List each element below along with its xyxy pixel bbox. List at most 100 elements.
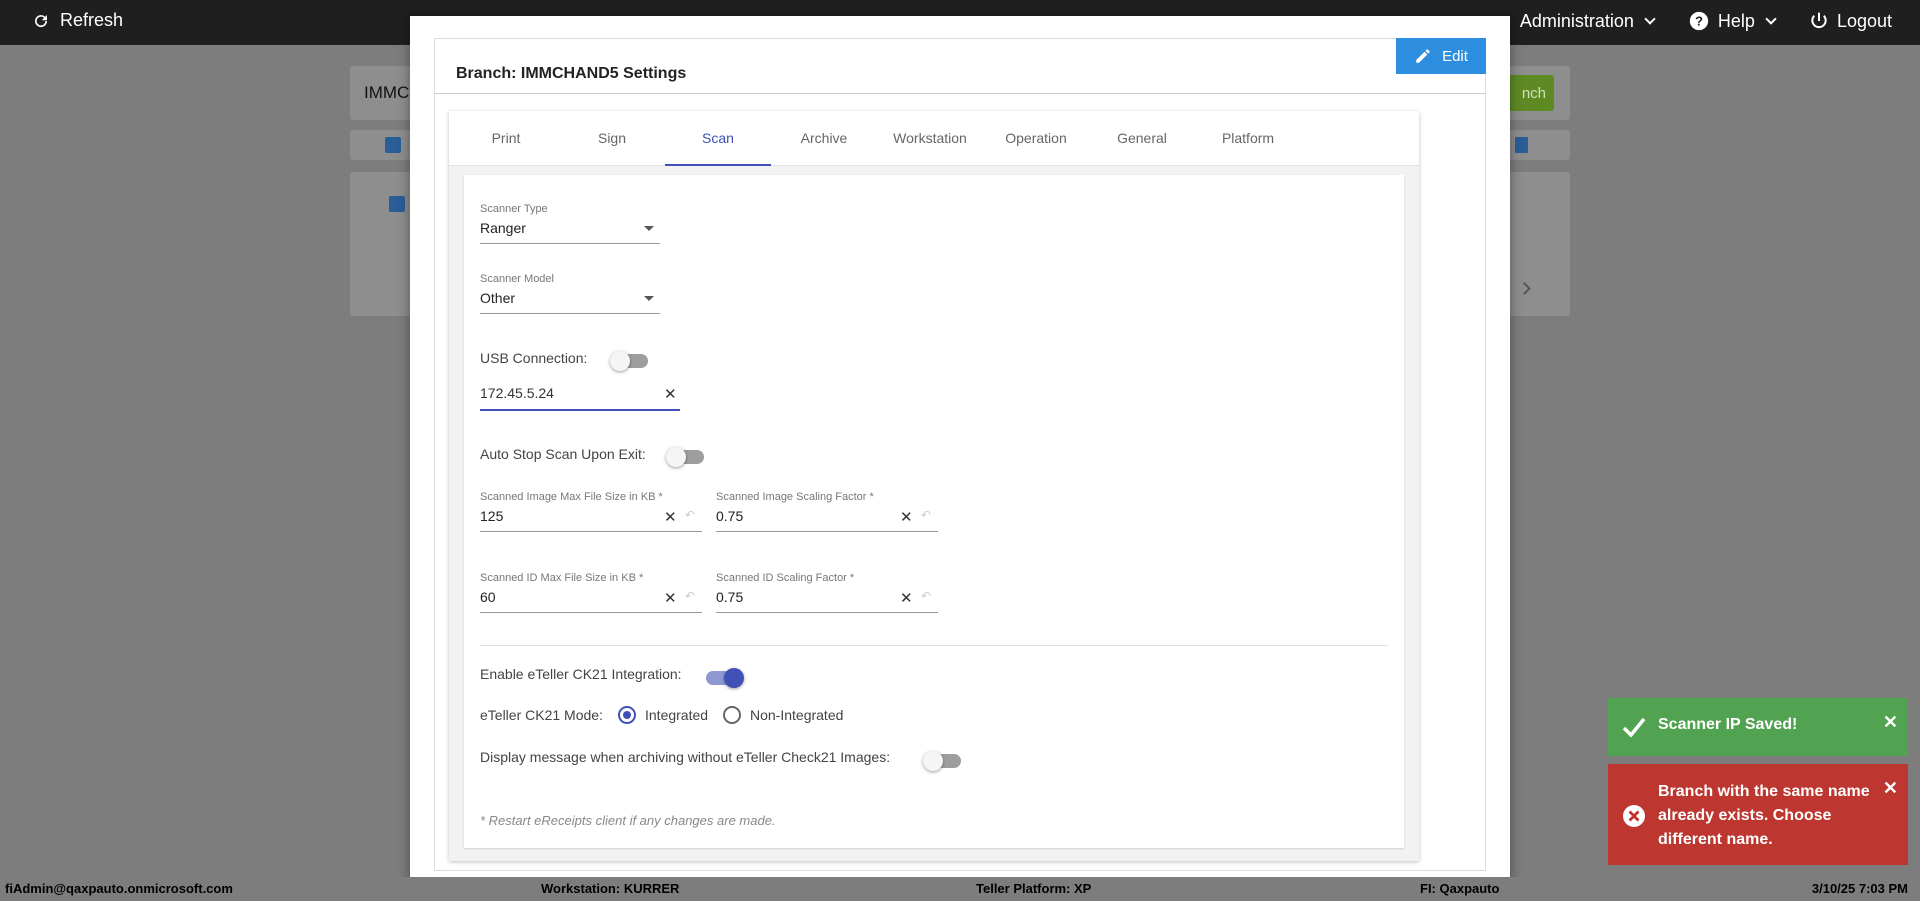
edit-button[interactable]: Edit bbox=[1396, 38, 1486, 74]
success-toast[interactable]: Scanner IP Saved! ✕ bbox=[1608, 698, 1908, 756]
modal-card: Branch: IMMCHAND5 Settings Edit Print Si… bbox=[434, 38, 1486, 871]
refresh-icon bbox=[35, 14, 48, 27]
image-max-size-input[interactable]: 125 ✕ ↶ bbox=[480, 508, 702, 532]
refresh-label: Refresh bbox=[60, 10, 124, 30]
image-scaling-value: 0.75 bbox=[716, 508, 744, 524]
add-branch-label: nch bbox=[1521, 84, 1546, 102]
tab-scan[interactable]: Scan bbox=[665, 111, 771, 166]
tab-archive[interactable]: Archive bbox=[771, 111, 877, 165]
id-scaling-input[interactable]: 0.75 ✕ ↶ bbox=[716, 589, 938, 613]
status-fi: FI: Qaxpauto bbox=[1420, 881, 1500, 896]
scanner-ip-input[interactable]: 172.45.5.24 ✕ bbox=[480, 385, 680, 411]
error-icon bbox=[1623, 805, 1645, 827]
status-user: fiAdmin@qaxpauto.onmicrosoft.com bbox=[5, 881, 233, 896]
success-message: Scanner IP Saved! bbox=[1658, 716, 1798, 733]
close-icon[interactable]: ✕ bbox=[1883, 778, 1898, 799]
dropdown-arrow-icon bbox=[644, 296, 654, 301]
status-workstation: Workstation: KURRER bbox=[541, 881, 680, 896]
status-datetime: 3/10/25 7:03 PM bbox=[1811, 881, 1908, 896]
clear-icon[interactable]: ✕ bbox=[900, 589, 913, 607]
usb-connection-toggle[interactable] bbox=[610, 351, 648, 371]
image-scaling-label: Scanned Image Scaling Factor * bbox=[716, 491, 874, 503]
background-delete-icon[interactable] bbox=[1515, 137, 1528, 153]
chevron-down-icon bbox=[1765, 12, 1777, 25]
id-max-size-field: Scanned ID Max File Size in KB * 60 ✕ ↶ bbox=[480, 572, 702, 613]
restart-note: * Restart eReceipts client if any change… bbox=[480, 813, 776, 828]
refresh-button[interactable]: Refresh bbox=[32, 10, 123, 31]
id-scaling-value: 0.75 bbox=[716, 589, 744, 605]
image-max-size-field: Scanned Image Max File Size in KB * 125 … bbox=[480, 491, 702, 532]
display-message-label: Display message when archiving without e… bbox=[480, 749, 891, 765]
eteller-integration-label: Enable eTeller CK21 Integration: bbox=[480, 666, 682, 682]
section-divider bbox=[480, 645, 1388, 646]
help-label: Help bbox=[1717, 10, 1755, 31]
branch-settings-modal: Branch: IMMCHAND5 Settings Edit Print Si… bbox=[410, 16, 1510, 886]
scanner-model-field: Scanner Model Other bbox=[480, 273, 660, 314]
tab-workstation[interactable]: Workstation bbox=[877, 111, 983, 165]
administration-menu[interactable]: Administration bbox=[1519, 10, 1656, 32]
auto-stop-toggle[interactable] bbox=[666, 447, 704, 467]
clear-icon[interactable]: ✕ bbox=[664, 508, 677, 526]
scanner-type-label: Scanner Type bbox=[480, 203, 548, 215]
id-max-size-label: Scanned ID Max File Size in KB * bbox=[480, 572, 644, 584]
image-scaling-input[interactable]: 0.75 ✕ ↶ bbox=[716, 508, 938, 532]
administration-label: Administration bbox=[1519, 10, 1634, 31]
edit-label: Edit bbox=[1442, 47, 1468, 65]
display-message-toggle[interactable] bbox=[923, 751, 961, 771]
tab-operation[interactable]: Operation bbox=[983, 111, 1089, 165]
undo-icon[interactable]: ↶ bbox=[685, 589, 695, 603]
eteller-mode-label: eTeller CK21 Mode: bbox=[480, 707, 603, 723]
toggle-knob bbox=[666, 447, 686, 467]
scanner-model-select[interactable]: Other bbox=[480, 290, 660, 314]
id-scaling-label: Scanned ID Scaling Factor * bbox=[716, 572, 855, 584]
status-bar: fiAdmin@qaxpauto.onmicrosoft.com Worksta… bbox=[0, 877, 1920, 901]
scanner-ip-value: 172.45.5.24 bbox=[480, 385, 554, 401]
image-scaling-field: Scanned Image Scaling Factor * 0.75 ✕ ↶ bbox=[716, 491, 938, 532]
close-icon[interactable]: ✕ bbox=[1883, 712, 1898, 733]
modal-header: Branch: IMMCHAND5 Settings Edit bbox=[435, 38, 1486, 94]
id-scaling-field: Scanned ID Scaling Factor * 0.75 ✕ ↶ bbox=[716, 572, 938, 613]
toggle-knob bbox=[923, 751, 943, 771]
logout-label: Logout bbox=[1836, 10, 1892, 31]
status-platform: Teller Platform: XP bbox=[976, 881, 1092, 896]
help-menu[interactable]: ? Help bbox=[1688, 10, 1777, 32]
image-max-size-value: 125 bbox=[480, 508, 504, 524]
svg-text:?: ? bbox=[1695, 14, 1703, 29]
tab-general[interactable]: General bbox=[1089, 111, 1195, 165]
background-row-checkbox[interactable] bbox=[389, 196, 405, 212]
tab-print[interactable]: Print bbox=[453, 111, 559, 165]
integrated-radio-label[interactable]: Integrated bbox=[645, 707, 708, 723]
power-icon bbox=[1811, 12, 1827, 29]
undo-icon[interactable]: ↶ bbox=[921, 589, 931, 603]
scanner-model-value: Other bbox=[480, 290, 516, 306]
scanner-type-select[interactable]: Ranger bbox=[480, 220, 660, 244]
help-icon: ? bbox=[1689, 11, 1709, 31]
clear-icon[interactable]: ✕ bbox=[664, 589, 677, 607]
clear-icon[interactable]: ✕ bbox=[900, 508, 913, 526]
clear-icon[interactable]: ✕ bbox=[664, 385, 677, 403]
image-max-size-label: Scanned Image Max File Size in KB * bbox=[480, 491, 663, 503]
non-integrated-radio-label[interactable]: Non-Integrated bbox=[750, 707, 843, 723]
non-integrated-radio[interactable] bbox=[723, 706, 741, 724]
id-max-size-value: 60 bbox=[480, 589, 496, 605]
pencil-icon bbox=[1416, 49, 1430, 63]
background-select-all-checkbox[interactable] bbox=[385, 137, 401, 153]
chevron-down-icon bbox=[1644, 12, 1656, 25]
auto-stop-label: Auto Stop Scan Upon Exit: bbox=[480, 446, 646, 462]
eteller-integration-toggle[interactable] bbox=[706, 668, 744, 688]
toggle-knob bbox=[610, 351, 630, 371]
undo-icon[interactable]: ↶ bbox=[685, 508, 695, 522]
scanner-type-value: Ranger bbox=[480, 220, 526, 236]
undo-icon[interactable]: ↶ bbox=[921, 508, 931, 522]
scanner-model-label: Scanner Model bbox=[480, 273, 554, 285]
tab-sign[interactable]: Sign bbox=[559, 111, 665, 165]
tab-platform[interactable]: Platform bbox=[1195, 111, 1301, 165]
usb-connection-label: USB Connection: bbox=[480, 350, 588, 366]
checkmark-icon bbox=[1622, 717, 1646, 738]
id-max-size-input[interactable]: 60 ✕ ↶ bbox=[480, 589, 702, 613]
error-toast[interactable]: Branch with the same name already exists… bbox=[1608, 764, 1908, 865]
integrated-radio[interactable] bbox=[618, 706, 636, 724]
settings-tab-panel: Print Sign Scan Archive Workstation Oper… bbox=[449, 111, 1419, 861]
toggle-knob bbox=[724, 668, 744, 688]
logout-button[interactable]: Logout bbox=[1809, 11, 1892, 32]
